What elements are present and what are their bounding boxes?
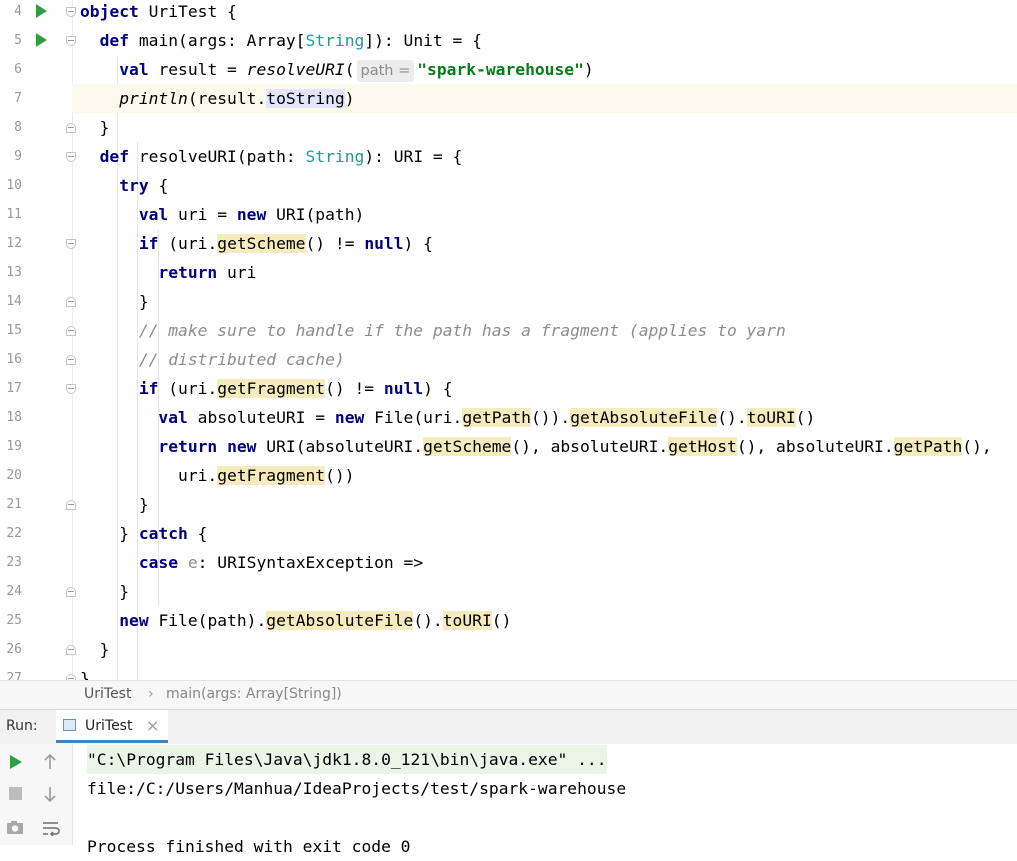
code-editor[interactable]: 4 5 6 7 8 9 10 11 12 13 14 15 16 17 18 19 20 21 22 23 24 25 26… [0,0,1017,680]
line-number: 16 [6,352,22,367]
code-line[interactable]: val absoluteURI = new File(uri.getPath()… [72,403,1017,432]
code-line[interactable]: } catch { [72,519,1017,548]
line-number: 22 [6,526,22,541]
line-number: 11 [6,207,22,222]
code-line[interactable]: // distributed cache) [72,345,1017,374]
line-number: 25 [6,613,22,628]
code-line[interactable]: return new URI(absoluteURI.getScheme(), … [72,432,1017,461]
code-line[interactable]: if (uri.getFragment() != null) { [72,374,1017,403]
arrow-down-icon[interactable] [42,785,58,803]
code-text: return uri [158,263,257,282]
code-line[interactable]: object UriTest { [72,0,1017,26]
code-line[interactable]: } [72,490,1017,519]
console-line: "C:\Program Files\Java\jdk1.8.0_121\bin\… [87,745,607,774]
code-line[interactable]: } [72,113,1017,142]
tab-label: UriTest [85,718,133,734]
code-text: val uri = new URI(path) [138,205,365,224]
code-line[interactable]: def resolveURI(path: String): URI = { [72,142,1017,171]
line-number: 8 [14,120,22,135]
breadcrumb: UriTest › main(args: Array[String]) [0,680,1017,709]
code-line[interactable]: // make sure to handle if the path has a… [72,316,1017,345]
line-number: 17 [6,381,22,396]
code-text: case e: URISyntaxException => [138,553,424,572]
code-area[interactable]: object UriTest { def main(args: Array[St… [72,0,1017,680]
code-text: } [80,640,110,659]
line-number: 15 [6,323,22,338]
code-text: uri.getFragment()) [80,466,355,485]
console-line: Process finished with exit code 0 [87,837,411,856]
code-line[interactable]: if (uri.getScheme() != null) { [72,229,1017,258]
code-text: } [80,669,90,680]
editor-gutter: 4 5 6 7 8 9 10 11 12 13 14 15 16 17 18 19 20 21 22 23 24 25 26… [0,0,76,680]
code-line[interactable]: val result = resolveURI(path = "spark-war… [72,55,1017,84]
code-line[interactable]: } [72,635,1017,664]
code-line[interactable]: case e: URISyntaxException => [72,548,1017,577]
code-text: def main(args: Array[String]): Unit = { [99,31,482,50]
code-text: if (uri.getFragment() != null) { [138,379,453,398]
code-text: // make sure to handle if the path has a… [138,321,786,340]
code-text: def resolveURI(path: String): URI = { [99,147,463,166]
line-number: 4 [14,4,22,19]
code-text: } [80,292,149,311]
run-gutter-icon[interactable] [36,4,47,18]
line-number: 20 [6,468,22,483]
line-number: 26 [6,642,22,657]
close-icon[interactable]: × [146,716,159,735]
code-line[interactable]: } [72,577,1017,606]
code-line[interactable]: } [72,664,1017,680]
run-triangle-icon[interactable] [10,755,22,769]
code-text: object UriTest { [80,2,237,21]
code-text: new File(path).getAbsoluteFile().toURI() [119,611,512,630]
line-number: 23 [6,555,22,570]
code-line[interactable]: return uri [72,258,1017,287]
code-text: } [80,118,110,137]
code-text: } [80,582,130,601]
line-number: 14 [6,294,22,309]
line-number: 19 [6,439,22,454]
code-line[interactable]: try { [72,171,1017,200]
line-number: 10 [6,178,22,193]
arrow-up-icon[interactable] [42,753,58,771]
console-line: file:/C:/Users/Manhua/IdeaProjects/test/… [87,779,627,798]
line-number: 6 [14,62,22,77]
run-config-icon [63,719,76,731]
line-number: 9 [14,149,22,164]
code-text: println(result.toString) [119,89,355,108]
code-text: val result = resolveURI(path = "spark-war… [80,55,594,84]
line-number: 24 [6,584,22,599]
code-text: } [80,495,149,514]
code-text: return new URI(absoluteURI.getScheme(), … [158,437,992,456]
code-line[interactable]: new File(path).getAbsoluteFile().toURI() [72,606,1017,635]
code-line[interactable]: def main(args: Array[String]): Unit = { [72,26,1017,55]
code-text: if (uri.getScheme() != null) { [138,234,433,253]
breadcrumb-separator: › [148,686,154,702]
line-number: 5 [14,33,22,48]
console-toolbar [0,744,73,845]
camera-icon[interactable] [6,819,24,835]
line-number: 12 [6,236,22,251]
console-panel: "C:\Program Files\Java\jdk1.8.0_121\bin\… [0,744,1017,856]
line-number: 18 [6,410,22,425]
line-number: 27 [6,671,22,680]
breadcrumb-object[interactable]: UriTest [84,686,131,702]
code-text: try { [119,176,169,195]
code-text: // distributed cache) [138,350,345,369]
stop-icon [9,787,22,800]
code-line[interactable]: uri.getFragment()) [72,461,1017,490]
line-number: 7 [14,91,22,106]
breadcrumb-method[interactable]: main(args: Array[String]) [166,686,342,702]
line-number: 21 [6,497,22,512]
code-text: val absoluteURI = new File(uri.getPath()… [158,408,816,427]
code-line[interactable]: } [72,287,1017,316]
code-line[interactable]: println(result.toString) [72,84,1017,113]
code-line[interactable]: val uri = new URI(path) [72,200,1017,229]
code-text: } catch { [80,524,208,543]
soft-wrap-icon[interactable] [41,820,61,836]
run-gutter-icon[interactable] [36,33,47,47]
tab-uritest[interactable]: UriTest × [56,710,168,743]
run-tool-window-header: Run: UriTest × [0,709,1017,745]
run-label: Run: [6,718,38,734]
line-number: 13 [6,265,22,280]
